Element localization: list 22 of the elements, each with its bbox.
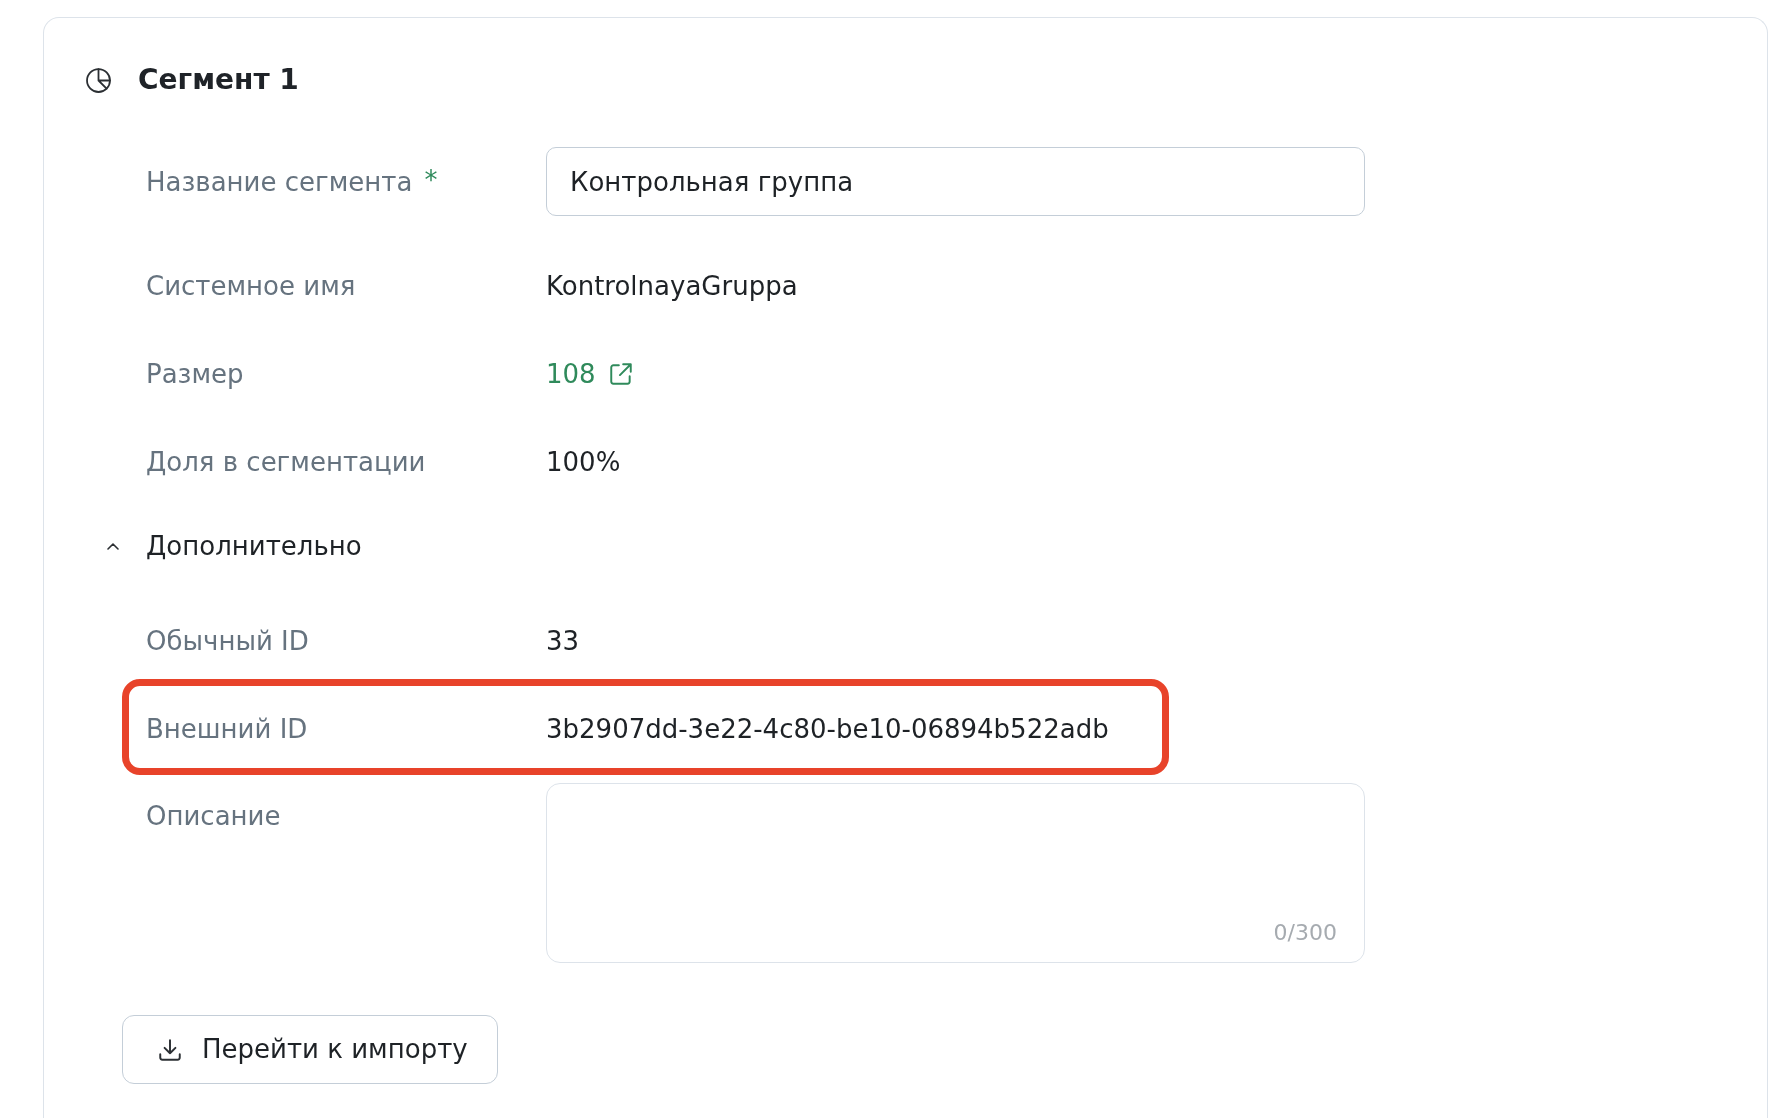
field-value: 33 (546, 628, 580, 654)
field-value: 3b2907dd-3e22-4c80-be10-06894b522adb (546, 716, 1109, 742)
field-value: KontrolnayaGruppa (546, 273, 798, 299)
description-field[interactable] (546, 783, 1365, 963)
field-label: Внешний ID (146, 716, 308, 742)
required-mark: * (424, 166, 438, 193)
field-label: Доля в сегментации (146, 449, 426, 475)
field-label: Обычный ID (146, 628, 309, 654)
field-label: Описание (146, 803, 281, 829)
field-value: 100% (546, 449, 621, 475)
advanced-toggle[interactable]: Дополнительно (107, 526, 362, 566)
import-button[interactable]: Перейти к импорту (122, 1015, 498, 1084)
character-counter: 0/300 (1273, 922, 1337, 944)
pie-chart-icon (85, 66, 112, 94)
field-label: Системное имя (146, 273, 356, 299)
size-link[interactable]: 108 (546, 361, 634, 387)
external-link-icon (607, 361, 634, 387)
text-input[interactable]: Контрольная группа (546, 147, 1365, 216)
field-label: Название сегмента (146, 168, 413, 195)
field-label: Размер (146, 361, 244, 387)
download-icon (157, 1036, 183, 1063)
segment-title: Сегмент 1 (138, 66, 299, 94)
